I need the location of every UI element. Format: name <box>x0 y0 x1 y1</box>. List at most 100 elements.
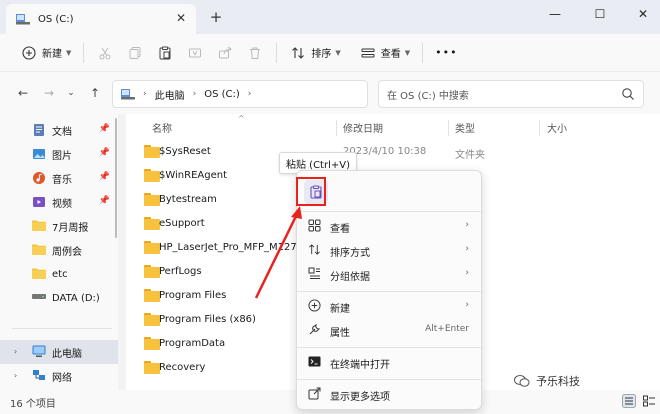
share-button[interactable] <box>210 40 240 66</box>
rename-button[interactable] <box>180 40 210 66</box>
column-divider[interactable] <box>336 120 337 136</box>
context-new-item[interactable]: 新建 › <box>297 294 483 318</box>
column-header-size[interactable]: 大小 <box>547 120 567 135</box>
chevron-right-icon: › <box>465 300 469 310</box>
table-row[interactable]: $SysReset 2023/4/10 10:38 文件夹 <box>126 140 660 164</box>
context-group-label: 分组依据 <box>330 272 370 283</box>
open-external-icon <box>307 387 321 401</box>
context-terminal-item[interactable]: 在终端中打开 <box>297 350 483 374</box>
sidebar-item-label: etc <box>52 268 68 280</box>
context-menu-divider <box>297 379 483 380</box>
tiles-view-icon[interactable] <box>642 394 656 408</box>
sidebar-item-zhouli-hui[interactable]: 周例会 <box>0 238 118 262</box>
copy-button[interactable] <box>120 40 150 66</box>
delete-button[interactable] <box>240 40 270 66</box>
sidebar-item-label: DATA (D:) <box>52 292 100 304</box>
sidebar-item-music[interactable]: 音乐 📌 <box>0 166 118 190</box>
address-row: ← → ⌄ ↑ › 此电脑 › OS (C:) › 在 OS (C:) 中搜索 <box>0 72 660 114</box>
close-window-button[interactable]: ✕ <box>628 4 658 24</box>
tab-os-c[interactable]: OS (C:) ✕ <box>6 4 196 34</box>
chevron-right-icon: › <box>465 220 469 230</box>
file-name: PerfLogs <box>159 266 202 277</box>
arrow-up-icon: ↑ <box>89 86 101 100</box>
sidebar-item-data-d[interactable]: DATA (D:) <box>0 286 118 310</box>
sidebar-item-pictures[interactable]: 图片 📌 <box>0 142 118 166</box>
folder-icon <box>144 313 160 326</box>
wrench-icon <box>307 323 321 337</box>
column-divider[interactable] <box>448 120 449 136</box>
sidebar-item-label: 7月周报 <box>52 222 89 234</box>
folder-icon <box>144 145 160 158</box>
breadcrumb-this-pc[interactable]: 此电脑 <box>155 87 185 102</box>
context-view-item[interactable]: 查看 › <box>297 214 483 238</box>
tooltip-text: 粘贴 (Ctrl+V) <box>286 159 350 171</box>
context-properties-item[interactable]: 属性 Alt+Enter <box>297 318 483 342</box>
sort-button[interactable]: 排序 ▼ <box>283 40 346 66</box>
minimize-button[interactable]: — <box>540 4 570 24</box>
cut-button[interactable] <box>90 40 120 66</box>
recent-locations-button[interactable]: ⌄ <box>62 84 80 102</box>
maximize-button[interactable]: ☐ <box>585 4 615 24</box>
pin-icon[interactable]: 📌 <box>99 172 110 182</box>
new-tab-button[interactable]: + <box>208 9 224 25</box>
up-button[interactable]: ↑ <box>86 84 104 102</box>
sidebar-item-label: 音乐 <box>52 174 72 186</box>
sidebar-item-7yue-zhoubao[interactable]: 7月周报 <box>0 214 118 238</box>
context-group-item[interactable]: 分组依据 › <box>297 262 483 286</box>
sidebar-item-label: 视频 <box>52 198 72 210</box>
chevron-down-icon: ▼ <box>66 48 72 57</box>
address-bar[interactable]: › 此电脑 › OS (C:) › <box>112 80 368 108</box>
tab-title: OS (C:) <box>38 13 74 25</box>
chevron-right-icon[interactable]: › <box>14 371 17 380</box>
sidebar-item-documents[interactable]: 文档 📌 <box>0 118 118 142</box>
forward-button[interactable]: → <box>40 84 58 102</box>
document-icon <box>32 123 46 137</box>
toolbar-divider <box>276 42 278 63</box>
back-button[interactable]: ← <box>14 84 32 102</box>
sidebar-divider <box>12 328 112 329</box>
file-name: eSupport <box>159 218 205 229</box>
rename-icon <box>186 44 204 62</box>
view-button[interactable]: 查看 ▼ <box>353 40 416 66</box>
details-view-icon[interactable] <box>622 394 636 408</box>
view-list-icon <box>359 44 377 62</box>
file-name: $SysReset <box>159 146 211 157</box>
column-header-name[interactable]: 名称 <box>152 120 172 135</box>
sidebar-item-etc[interactable]: etc <box>0 262 118 286</box>
sidebar-item-this-pc[interactable]: › 此电脑 <box>0 340 118 364</box>
context-menu-quick-actions <box>297 171 483 211</box>
sort-ascending-icon: ^ <box>238 114 245 123</box>
toolbar-divider <box>422 42 424 63</box>
column-divider[interactable] <box>539 120 540 136</box>
pin-icon[interactable]: 📌 <box>99 124 110 134</box>
context-sort-item[interactable]: 排序方式 › <box>297 238 483 262</box>
more-options-button[interactable]: ••• <box>429 40 463 66</box>
chevron-right-icon[interactable]: › <box>14 347 17 356</box>
paste-button[interactable] <box>150 40 180 66</box>
column-header-date[interactable]: 修改日期 <box>343 120 383 135</box>
close-tab-icon[interactable]: ✕ <box>174 11 188 25</box>
file-name: ProgramData <box>159 338 226 349</box>
chevron-right-icon: › <box>247 89 252 99</box>
music-icon <box>32 171 46 185</box>
group-by-icon <box>307 267 321 281</box>
context-more-options-item[interactable]: 显示更多选项 <box>297 382 483 406</box>
new-button[interactable]: 新建 ▼ <box>14 40 77 66</box>
pin-icon[interactable]: 📌 <box>99 148 110 158</box>
title-bar: OS (C:) ✕ + — ☐ ✕ <box>0 0 660 34</box>
breadcrumb-os-c[interactable]: OS (C:) <box>204 89 240 100</box>
new-label: 新建 <box>42 49 62 60</box>
context-menu: 查看 › 排序方式 › 分组依据 › 新建 › 属性 Alt+Enter 在终端… <box>296 170 483 410</box>
watermark: 予乐科技 <box>514 373 580 389</box>
sidebar-item-network[interactable]: › 网络 <box>0 364 118 388</box>
column-header-type[interactable]: 类型 <box>455 120 475 135</box>
pin-icon[interactable]: 📌 <box>99 196 110 206</box>
search-input[interactable]: 在 OS (C:) 中搜索 <box>378 80 644 108</box>
file-name: Program Files (x86) <box>159 314 256 325</box>
search-placeholder: 在 OS (C:) 中搜索 <box>387 90 469 102</box>
context-paste-button[interactable] <box>304 180 328 204</box>
context-menu-divider <box>297 291 483 292</box>
sidebar-item-videos[interactable]: 视频 📌 <box>0 190 118 214</box>
arrow-left-icon: ← <box>17 86 29 100</box>
sidebar-item-label: 文档 <box>52 126 72 138</box>
